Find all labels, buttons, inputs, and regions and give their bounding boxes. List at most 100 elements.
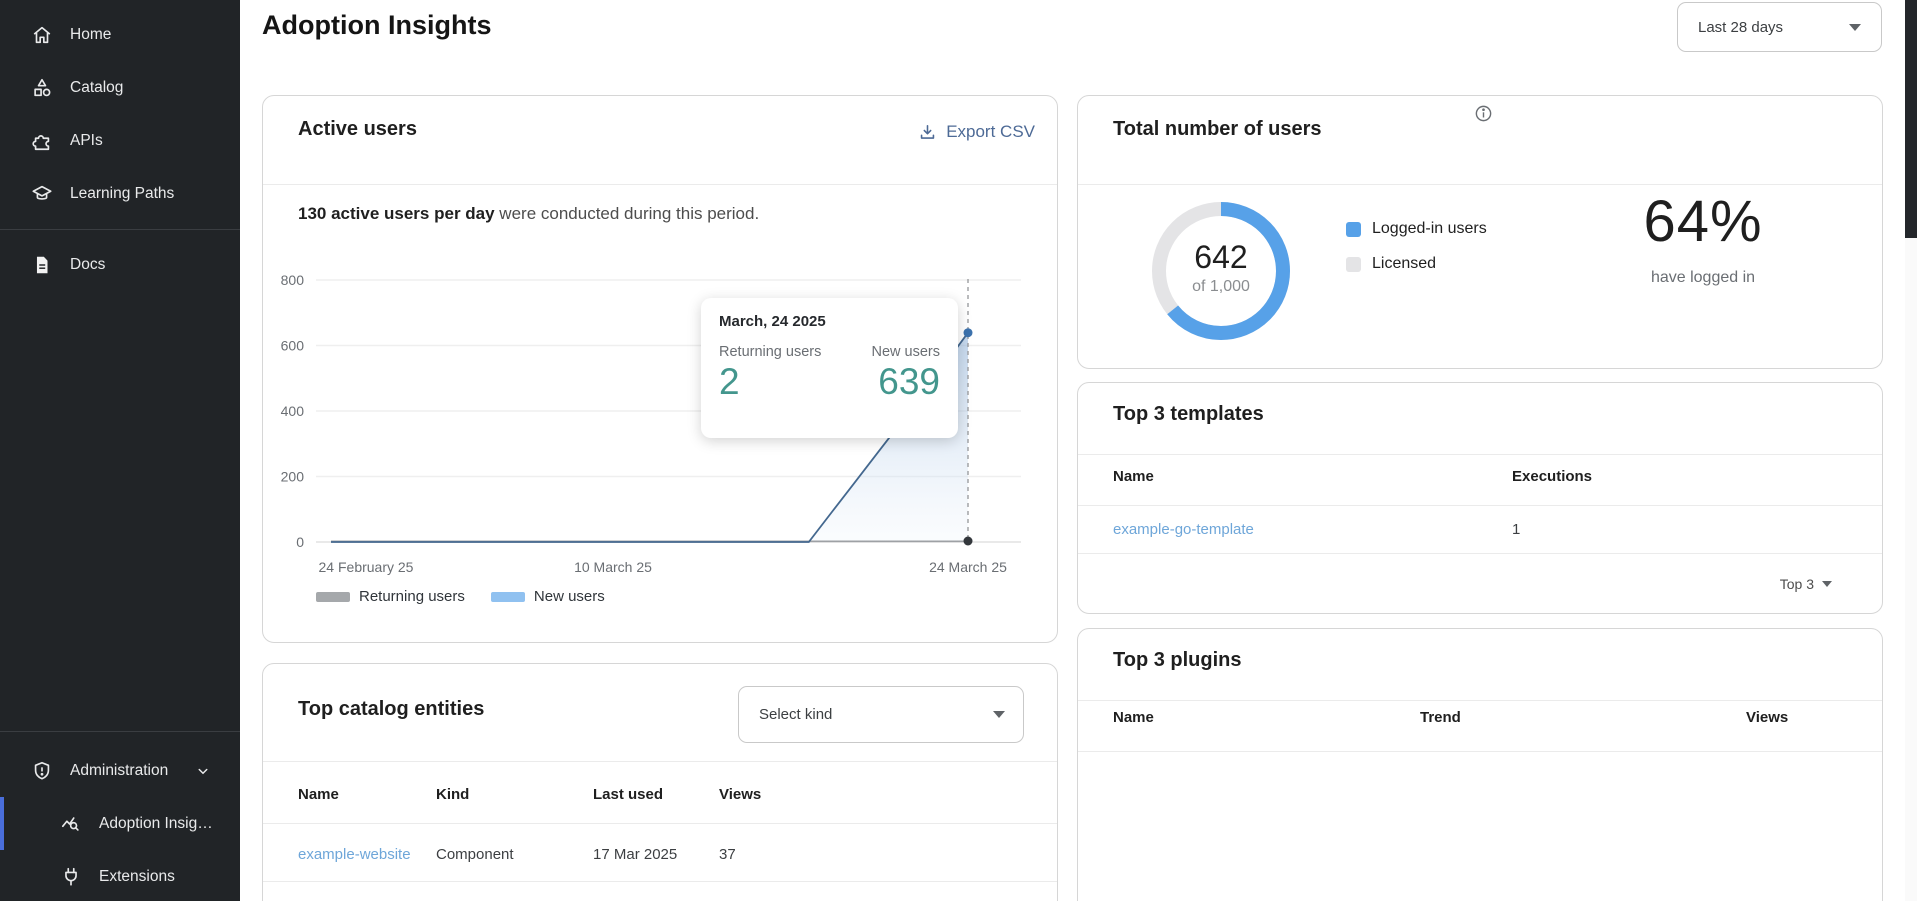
sidebar-item-extensions[interactable]: Extensions (0, 850, 240, 901)
sidebar-item-label: Extensions (99, 868, 175, 886)
graduation-cap-icon (31, 183, 53, 205)
document-icon (31, 254, 53, 276)
donut-legend: Logged-in users Licensed (1346, 220, 1487, 290)
page-title: Adoption Insights (262, 10, 491, 41)
summary-rest: were conducted during this period. (495, 204, 760, 223)
column-header-views: Views (1746, 709, 1788, 726)
divider (263, 881, 1057, 882)
sidebar-item-learning-paths[interactable]: Learning Paths (0, 167, 240, 220)
legend-label: Logged-in users (1372, 220, 1487, 238)
card-title: Active users (298, 118, 417, 141)
legend-label: Returning users (359, 588, 465, 605)
tooltip-new-users: New users 639 (872, 344, 941, 400)
tooltip-value: 639 (872, 363, 941, 400)
divider (263, 184, 1057, 185)
top3-label: Top 3 (1780, 576, 1814, 592)
tooltip-label: Returning users (719, 344, 821, 360)
donut-value: 642 (1141, 239, 1301, 276)
caret-down-icon (993, 711, 1005, 718)
donut-total: of 1,000 (1141, 278, 1301, 296)
tooltip-returning-users: Returning users 2 (719, 344, 821, 400)
card-title: Total number of users (1113, 118, 1322, 141)
legend-swatch (1346, 257, 1361, 272)
scrollbar[interactable] (1905, 0, 1917, 901)
download-icon (918, 123, 937, 142)
sidebar-divider (0, 229, 240, 230)
divider (1078, 454, 1882, 455)
export-csv-button[interactable]: Export CSV (918, 122, 1035, 142)
legend-label: New users (534, 588, 605, 605)
sidebar-item-adoption-insights[interactable]: Adoption Insights (0, 797, 240, 850)
tooltip-value: 2 (719, 363, 821, 400)
table-footer-top3-select[interactable]: Top 3 (1780, 576, 1832, 592)
export-csv-label: Export CSV (946, 122, 1035, 142)
adoption-insights-page: Home Catalog APIs Learning Paths Docs Ad… (0, 0, 1917, 901)
percent-value: 64% (1558, 188, 1848, 255)
divider (1078, 184, 1882, 185)
info-icon[interactable] (1474, 104, 1493, 128)
sidebar: Home Catalog APIs Learning Paths Docs Ad… (0, 0, 240, 901)
chart-legend: Returning users New users (316, 588, 605, 605)
chevron-down-icon[interactable] (194, 762, 212, 780)
table-cell-executions: 1 (1512, 521, 1520, 538)
shield-alert-icon (31, 760, 53, 782)
column-header-kind: Kind (436, 786, 469, 803)
divider (1078, 751, 1882, 752)
kind-select-value: Select kind (759, 706, 832, 723)
sidebar-item-home[interactable]: Home (0, 8, 240, 61)
insights-search-icon (60, 813, 82, 835)
entity-link[interactable]: example-website (298, 846, 411, 863)
table-cell-kind: Component (436, 846, 514, 863)
tooltip-label: New users (872, 344, 941, 360)
legend-item-new-users: New users (491, 588, 605, 605)
svg-text:24 March 25: 24 March 25 (929, 559, 1007, 575)
svg-text:10 March 25: 10 March 25 (574, 559, 652, 575)
total-users-card: Total number of users 642 of 1,000 Logge… (1077, 95, 1883, 369)
percent-caption: have logged in (1558, 269, 1848, 287)
sidebar-item-label: APIs (70, 132, 103, 150)
sidebar-divider (0, 731, 240, 732)
column-header-name: Name (1113, 709, 1154, 726)
tooltip-date: March, 24 2025 (719, 313, 940, 330)
divider (263, 823, 1057, 824)
column-header-name: Name (298, 786, 339, 803)
sidebar-item-docs[interactable]: Docs (0, 238, 240, 291)
legend-swatch (1346, 222, 1361, 237)
active-users-card: Active users Export CSV 130 active users… (262, 95, 1058, 643)
column-header-last-used: Last used (593, 786, 663, 803)
logged-in-percentage: 64% have logged in (1558, 188, 1848, 287)
card-title: Top 3 plugins (1113, 649, 1242, 672)
sidebar-item-label: Docs (70, 256, 105, 274)
svg-text:400: 400 (281, 403, 305, 419)
column-header-views: Views (719, 786, 761, 803)
date-range-select[interactable]: Last 28 days (1677, 2, 1882, 52)
sidebar-item-label: Learning Paths (70, 185, 174, 203)
legend-swatch (316, 592, 350, 602)
table-cell-last-used: 17 Mar 2025 (593, 846, 677, 863)
date-range-value: Last 28 days (1698, 19, 1783, 36)
divider (1078, 700, 1882, 701)
divider (1078, 553, 1882, 554)
table-row-template-name: example-go-template (1113, 521, 1254, 538)
svg-text:0: 0 (296, 534, 304, 550)
chart-tooltip: March, 24 2025 Returning users 2 New use… (701, 298, 958, 438)
legend-item-licensed: Licensed (1346, 255, 1487, 273)
sidebar-item-catalog[interactable]: Catalog (0, 61, 240, 114)
legend-label: Licensed (1372, 255, 1436, 273)
legend-swatch (491, 592, 525, 602)
sidebar-item-label: Adoption Insights (99, 815, 217, 833)
sidebar-item-label: Catalog (70, 79, 123, 97)
template-link[interactable]: example-go-template (1113, 521, 1254, 538)
scrollbar-thumb[interactable] (1905, 0, 1917, 238)
table-row-entity-name: example-website (298, 846, 411, 863)
sidebar-item-administration[interactable]: Administration (0, 744, 240, 797)
divider (1078, 505, 1882, 506)
kind-select[interactable]: Select kind (738, 686, 1024, 743)
svg-text:200: 200 (281, 469, 305, 485)
svg-text:800: 800 (281, 272, 305, 288)
sidebar-item-apis[interactable]: APIs (0, 114, 240, 167)
svg-text:600: 600 (281, 338, 305, 354)
divider (263, 761, 1057, 762)
card-title: Top 3 templates (1113, 403, 1264, 426)
puzzle-icon (31, 130, 53, 152)
